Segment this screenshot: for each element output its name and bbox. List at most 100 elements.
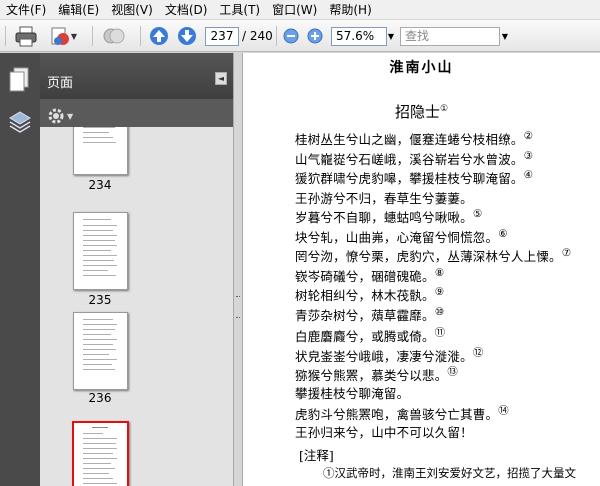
poem-line: 块兮轧，山曲岪，心淹留兮恫慌忽。⑥ (295, 227, 508, 246)
next-page-button[interactable] (176, 24, 198, 48)
poem-line: 树轮相纠兮，林木茷骫。⑨ (295, 285, 444, 304)
menu-help[interactable]: 帮助(H) (323, 0, 377, 20)
footnote-mark: ④ (523, 168, 534, 181)
poem-line-text: 王孙游兮不归，春草生兮萋萋。 (295, 191, 473, 206)
footnote-mark: ⑥ (498, 227, 508, 240)
page-thumbnail[interactable] (73, 127, 128, 175)
footnote-mark: ⑤ (472, 207, 483, 220)
arrow-up-icon (150, 27, 168, 45)
poem-line-text: 嵚岑碕礒兮，碅磳磈硊。 (295, 269, 435, 284)
poem-line-text: 罔兮沕，憭兮栗，虎豹穴，丛薄深林兮人上慄。 (295, 249, 562, 264)
poem-title-text: 招隐士 (394, 103, 440, 121)
zoom-dropdown-icon[interactable]: ▼ (385, 27, 397, 46)
zoom-in-button[interactable] (306, 24, 324, 48)
collaborate-icon (103, 28, 125, 44)
footnote-mark: ⑨ (434, 285, 445, 298)
footnote-mark: ⑭ (498, 405, 509, 417)
poem-line-text: 王孙归来兮，山中不可以久留！ (295, 425, 473, 440)
zoom-out-icon (283, 28, 299, 44)
footnote-mark: ③ (523, 149, 534, 162)
search-input[interactable]: 查找 (400, 27, 500, 46)
create-pdf-button[interactable]: ▼ (45, 24, 81, 48)
poem-line-text: 块兮轧，山曲岪，心淹留兮恫慌忽。 (295, 230, 499, 245)
thumbnail-label: 234 (88, 178, 112, 192)
thumbnail-label: 236 (88, 391, 112, 405)
menu-edit[interactable]: 编辑(E) (52, 0, 105, 20)
poem-line: 罔兮沕，憭兮栗，虎豹穴，丛薄深林兮人上慄。⑦ (295, 246, 571, 265)
poem-line: 岁暮兮不自聊，蟪蛄鸣兮啾啾。⑤ (295, 207, 482, 226)
thumbnail-list[interactable]: 234 235 236 (40, 127, 233, 486)
footnote-mark: ⑦ (561, 246, 572, 259)
menu-window[interactable]: 窗口(W) (266, 0, 323, 20)
poem-line-text: 白鹿麏麚兮，或腾或倚。 (295, 329, 435, 345)
pages-panel: 页面 ◄ ▼ 234 235 236 (40, 53, 233, 486)
poem-line: 青莎杂树兮，薠草靃靡。⑩ (295, 305, 444, 324)
poem-line: 攀援桂枝兮聊淹留。 (295, 383, 409, 402)
zoom-in-icon (307, 28, 323, 44)
zoom-out-button[interactable] (282, 24, 300, 48)
footnote-mark: ⑩ (434, 305, 445, 318)
notes-heading: [注释] (299, 448, 334, 463)
footnote-mark: ② (523, 129, 534, 142)
footnote-mark: ① (439, 104, 449, 114)
previous-page-button[interactable] (148, 24, 170, 48)
splitter-grip[interactable] (236, 296, 240, 318)
poem-line: 白鹿麏麚兮，或腾或倚。⑪ (295, 324, 445, 345)
options-button[interactable]: ▼ (47, 107, 73, 125)
menu-file[interactable]: 文件(F) (0, 0, 52, 20)
separator (92, 26, 93, 46)
poem-line-text: 山气巃嵸兮石嵯峨，溪谷崭岩兮水曾波。 (295, 152, 524, 167)
separator (140, 26, 141, 46)
poem-line-text: 树轮相纠兮，林木茷骫。 (295, 288, 435, 303)
collaborate-button[interactable] (100, 24, 128, 48)
page-thumbnail[interactable] (73, 212, 128, 290)
poem-line: 嵚岑碕礒兮，碅磳磈硊。⑧ (295, 266, 444, 285)
running-head: 淮南小山 (389, 60, 454, 76)
poem-line: 虎豹斗兮熊罴咆，禽兽骇兮亡其曹。⑭ (295, 402, 509, 423)
menu-bar: 文件(F) 编辑(E) 视图(V) 文档(D) 工具(T) 窗口(W) 帮助(H… (0, 0, 600, 20)
page-number-input[interactable]: 237 (205, 27, 239, 46)
poem-line-text: 猨狖群啸兮虎豹嗥，攀援桂枝兮聊淹留。 (295, 171, 524, 186)
page-total: / 240 (242, 29, 273, 43)
collapse-panel-button[interactable]: ◄ (215, 72, 227, 85)
menu-tools[interactable]: 工具(T) (213, 0, 266, 20)
poem-line-text: 状皃崟崟兮峨峨，凄凄兮漇漇。 (295, 349, 473, 365)
panel-title: 页面 (47, 76, 74, 91)
chevron-down-icon: ▼ (67, 111, 74, 121)
poem-line: 状皃崟崟兮峨峨，凄凄兮漇漇。⑫ (295, 344, 483, 365)
printer-icon (15, 26, 37, 47)
page-thumbnail[interactable] (73, 312, 128, 390)
layers-icon[interactable] (8, 110, 32, 138)
print-button[interactable] (13, 24, 39, 48)
poem-line: 桂树丛生兮山之幽，偃蹇连蜷兮枝相缭。② (295, 129, 533, 148)
menu-document[interactable]: 文档(D) (159, 0, 214, 20)
arrow-down-icon (178, 27, 196, 45)
footnote-mark: ⑫ (472, 347, 484, 359)
footnote-mark: ⑪ (434, 327, 446, 339)
poem-title: 招隐士① (243, 101, 600, 122)
page-thumbnail-selected[interactable] (72, 421, 129, 486)
poem-line-text: 青莎杂树兮，薠草靃靡。 (295, 308, 435, 323)
poem-line: 山气巃嵸兮石嵯峨，溪谷崭岩兮水曾波。③ (295, 149, 533, 168)
poem-line: 王孙游兮不归，春草生兮萋萋。 (295, 188, 473, 207)
chevron-down-icon: ▼ (70, 31, 78, 41)
toolbar-grip (5, 26, 6, 46)
poem-line-text: 攀援桂枝兮聊淹留。 (295, 386, 410, 401)
pages-icon[interactable] (9, 67, 31, 97)
poem-line-text: 虎豹斗兮熊罴咆，禽兽骇兮亡其曹。 (295, 407, 499, 423)
poem-line: 王孙归来兮，山中不可以久留！ (295, 422, 473, 441)
navigation-rail (0, 53, 40, 486)
menu-view[interactable]: 视图(V) (105, 0, 159, 20)
footnote-mark: ⑧ (434, 266, 445, 279)
zoom-level-field[interactable]: 57.6% (331, 27, 387, 46)
separator (276, 26, 277, 46)
footnote-text: ①汉武帝时，淮南王刘安爱好文艺，招揽了大量文 (323, 466, 576, 480)
panel-splitter[interactable] (233, 53, 243, 486)
poem-line-text: 猕猴兮熊罴，慕类兮以悲。 (295, 368, 448, 384)
search-dropdown-icon[interactable]: ▼ (499, 27, 511, 46)
toolbar: ▼ 237 / 240 57.6% ▼ 查找 ▼ (0, 20, 600, 52)
document-view[interactable]: 淮南小山 招隐士① 桂树丛生兮山之幽，偃蹇连蜷兮枝相缭。② 山气巃嵸兮石嵯峨，溪… (243, 53, 600, 486)
poem-line: 猕猴兮熊罴，慕类兮以悲。⑬ (295, 363, 458, 384)
pages-panel-header: 页面 ◄ (40, 53, 233, 99)
poem-line: 猨狖群啸兮虎豹嗥，攀援桂枝兮聊淹留。④ (295, 168, 533, 187)
